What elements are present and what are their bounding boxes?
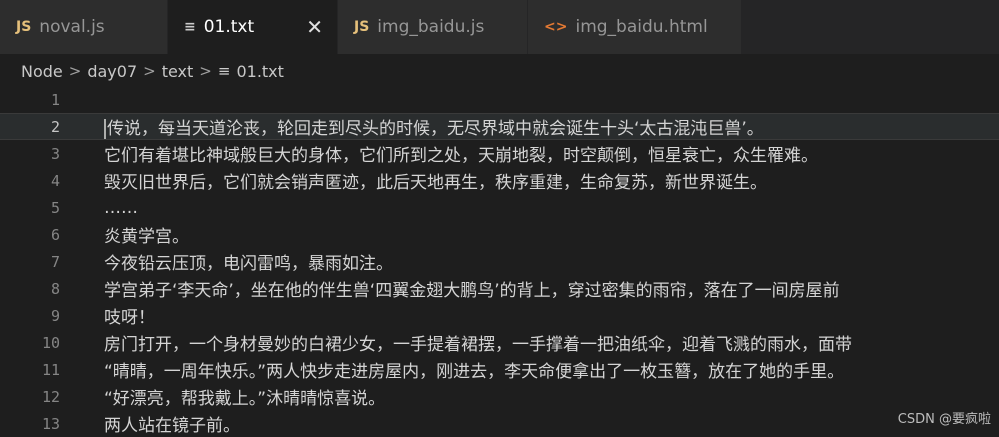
line-number: 5: [50, 198, 60, 217]
line-number: 3: [50, 144, 60, 163]
breadcrumb-item-day07[interactable]: day07: [87, 62, 137, 81]
editor-line[interactable]: 12 “好漂亮，帮我戴上。”沐晴晴惊喜说。: [0, 383, 999, 410]
text-cursor: [104, 119, 106, 139]
watermark: CSDN @要疯啦: [897, 412, 991, 427]
line-number: 1: [50, 90, 60, 109]
line-text[interactable]: “好漂亮，帮我戴上。”沐晴晴惊喜说。: [104, 384, 385, 409]
tab-img-baidu-html[interactable]: <> img_baidu.html: [528, 0, 742, 54]
line-text[interactable]: ……: [104, 198, 138, 218]
line-text[interactable]: 它们有着堪比神域般巨大的身体，它们所到之处，天崩地裂，时空颠倒，恒星衰亡，众生罹…: [104, 141, 818, 166]
line-number: 8: [50, 279, 60, 298]
tab-bar-filler: [742, 0, 999, 54]
line-number: 6: [50, 225, 60, 244]
text-file-icon: ≡: [217, 62, 231, 80]
line-number: 13: [41, 414, 60, 433]
tab-label: img_baidu.html: [575, 17, 708, 37]
js-file-icon: JS: [16, 19, 32, 35]
chevron-right-icon: >: [199, 62, 212, 80]
editor-line[interactable]: 9 吱呀！: [0, 302, 999, 329]
tab-noval-js[interactable]: JS noval.js: [0, 0, 168, 54]
tab-label: 01.txt: [203, 17, 255, 37]
tab-label: noval.js: [39, 17, 105, 37]
editor-line[interactable]: 7 今夜铅云压顶，电闪雷鸣，暴雨如注。: [0, 248, 999, 275]
editor-line[interactable]: 13 两人站在镜子前。: [0, 410, 999, 437]
editor-line[interactable]: 6 炎黄学宫。: [0, 221, 999, 248]
breadcrumb-item-file[interactable]: 01.txt: [236, 62, 283, 81]
line-number: 10: [41, 333, 60, 352]
editor-line[interactable]: 10 房门打开，一个身材曼妙的白裙少女，一手提着裙摆，一手撑着一把油纸伞，迎着飞溅…: [0, 329, 999, 356]
line-number: 11: [41, 360, 60, 379]
html-file-icon: <>: [544, 19, 568, 35]
breadcrumb-item-text[interactable]: text: [162, 62, 194, 81]
breadcrumb: Node > day07 > text > ≡ 01.txt: [0, 55, 999, 87]
line-number: 2: [50, 117, 60, 136]
line-text[interactable]: “晴晴，一周年快乐。”两人快步走进房屋内，刚进去，李天命便拿出了一枚玉簪，放在了…: [104, 357, 844, 382]
line-text-content: 传说，每当天道沦丧，轮回走到尽头的时候，无尽界域中就会诞生十头‘太古混沌巨兽’。: [107, 119, 764, 139]
line-number: 9: [50, 306, 60, 325]
editor-line[interactable]: 3 它们有着堪比神域般巨大的身体，它们所到之处，天崩地裂，时空颠倒，恒星衰亡，众生…: [0, 140, 999, 167]
line-text[interactable]: 吱呀！: [104, 303, 155, 328]
line-text[interactable]: 炎黄学宫。: [104, 222, 189, 247]
editor-line[interactable]: 8 学宫弟子‘李天命’，坐在他的伴生兽‘四翼金翅大鹏鸟’的背上，穿过密集的雨帘，落…: [0, 275, 999, 302]
tab-img-baidu-js[interactable]: JS img_baidu.js: [338, 0, 528, 54]
text-file-icon: ≡: [184, 19, 196, 35]
line-text[interactable]: 传说，每当天道沦丧，轮回走到尽头的时候，无尽界域中就会诞生十头‘太古混沌巨兽’。: [104, 114, 764, 139]
editor-line[interactable]: 5 ……: [0, 194, 999, 221]
close-icon[interactable]: ✕: [266, 15, 323, 39]
editor-line[interactable]: 2 传说，每当天道沦丧，轮回走到尽头的时候，无尽界域中就会诞生十头‘太古混沌巨兽’…: [0, 113, 999, 140]
chevron-right-icon: >: [143, 62, 156, 80]
line-number: 4: [50, 171, 60, 190]
chevron-right-icon: >: [68, 62, 82, 80]
tab-label: img_baidu.js: [377, 17, 485, 37]
editor-text-area[interactable]: 1 2 传说，每当天道沦丧，轮回走到尽头的时候，无尽界域中就会诞生十头‘太古混沌巨兽…: [0, 86, 999, 437]
line-number: 12: [41, 387, 60, 406]
tab-bar: JS noval.js ≡ 01.txt ✕ JS img_baidu.js <…: [0, 0, 999, 55]
editor-line[interactable]: 1: [0, 86, 999, 113]
line-text[interactable]: 今夜铅云压顶，电闪雷鸣，暴雨如注。: [104, 249, 393, 274]
line-number: 7: [50, 252, 60, 271]
breadcrumb-item-node[interactable]: Node: [21, 62, 63, 81]
line-text[interactable]: 两人站在镜子前。: [104, 411, 240, 436]
editor-line[interactable]: 11 “晴晴，一周年快乐。”两人快步走进房屋内，刚进去，李天命便拿出了一枚玉簪，放…: [0, 356, 999, 383]
line-text[interactable]: 房门打开，一个身材曼妙的白裙少女，一手提着裙摆，一手撑着一把油纸伞，迎着飞溅的雨…: [104, 330, 852, 355]
editor-line[interactable]: 4 毁灭旧世界后，它们就会销声匿迹，此后天地再生，秩序重建，生命复苏，新世界诞生。: [0, 167, 999, 194]
line-text[interactable]: 毁灭旧世界后，它们就会销声匿迹，此后天地再生，秩序重建，生命复苏，新世界诞生。: [104, 168, 767, 193]
tab-01-txt[interactable]: ≡ 01.txt ✕: [168, 0, 338, 54]
js-file-icon: JS: [354, 19, 370, 35]
line-text[interactable]: 学宫弟子‘李天命’，坐在他的伴生兽‘四翼金翅大鹏鸟’的背上，穿过密集的雨帘，落在…: [104, 276, 840, 301]
